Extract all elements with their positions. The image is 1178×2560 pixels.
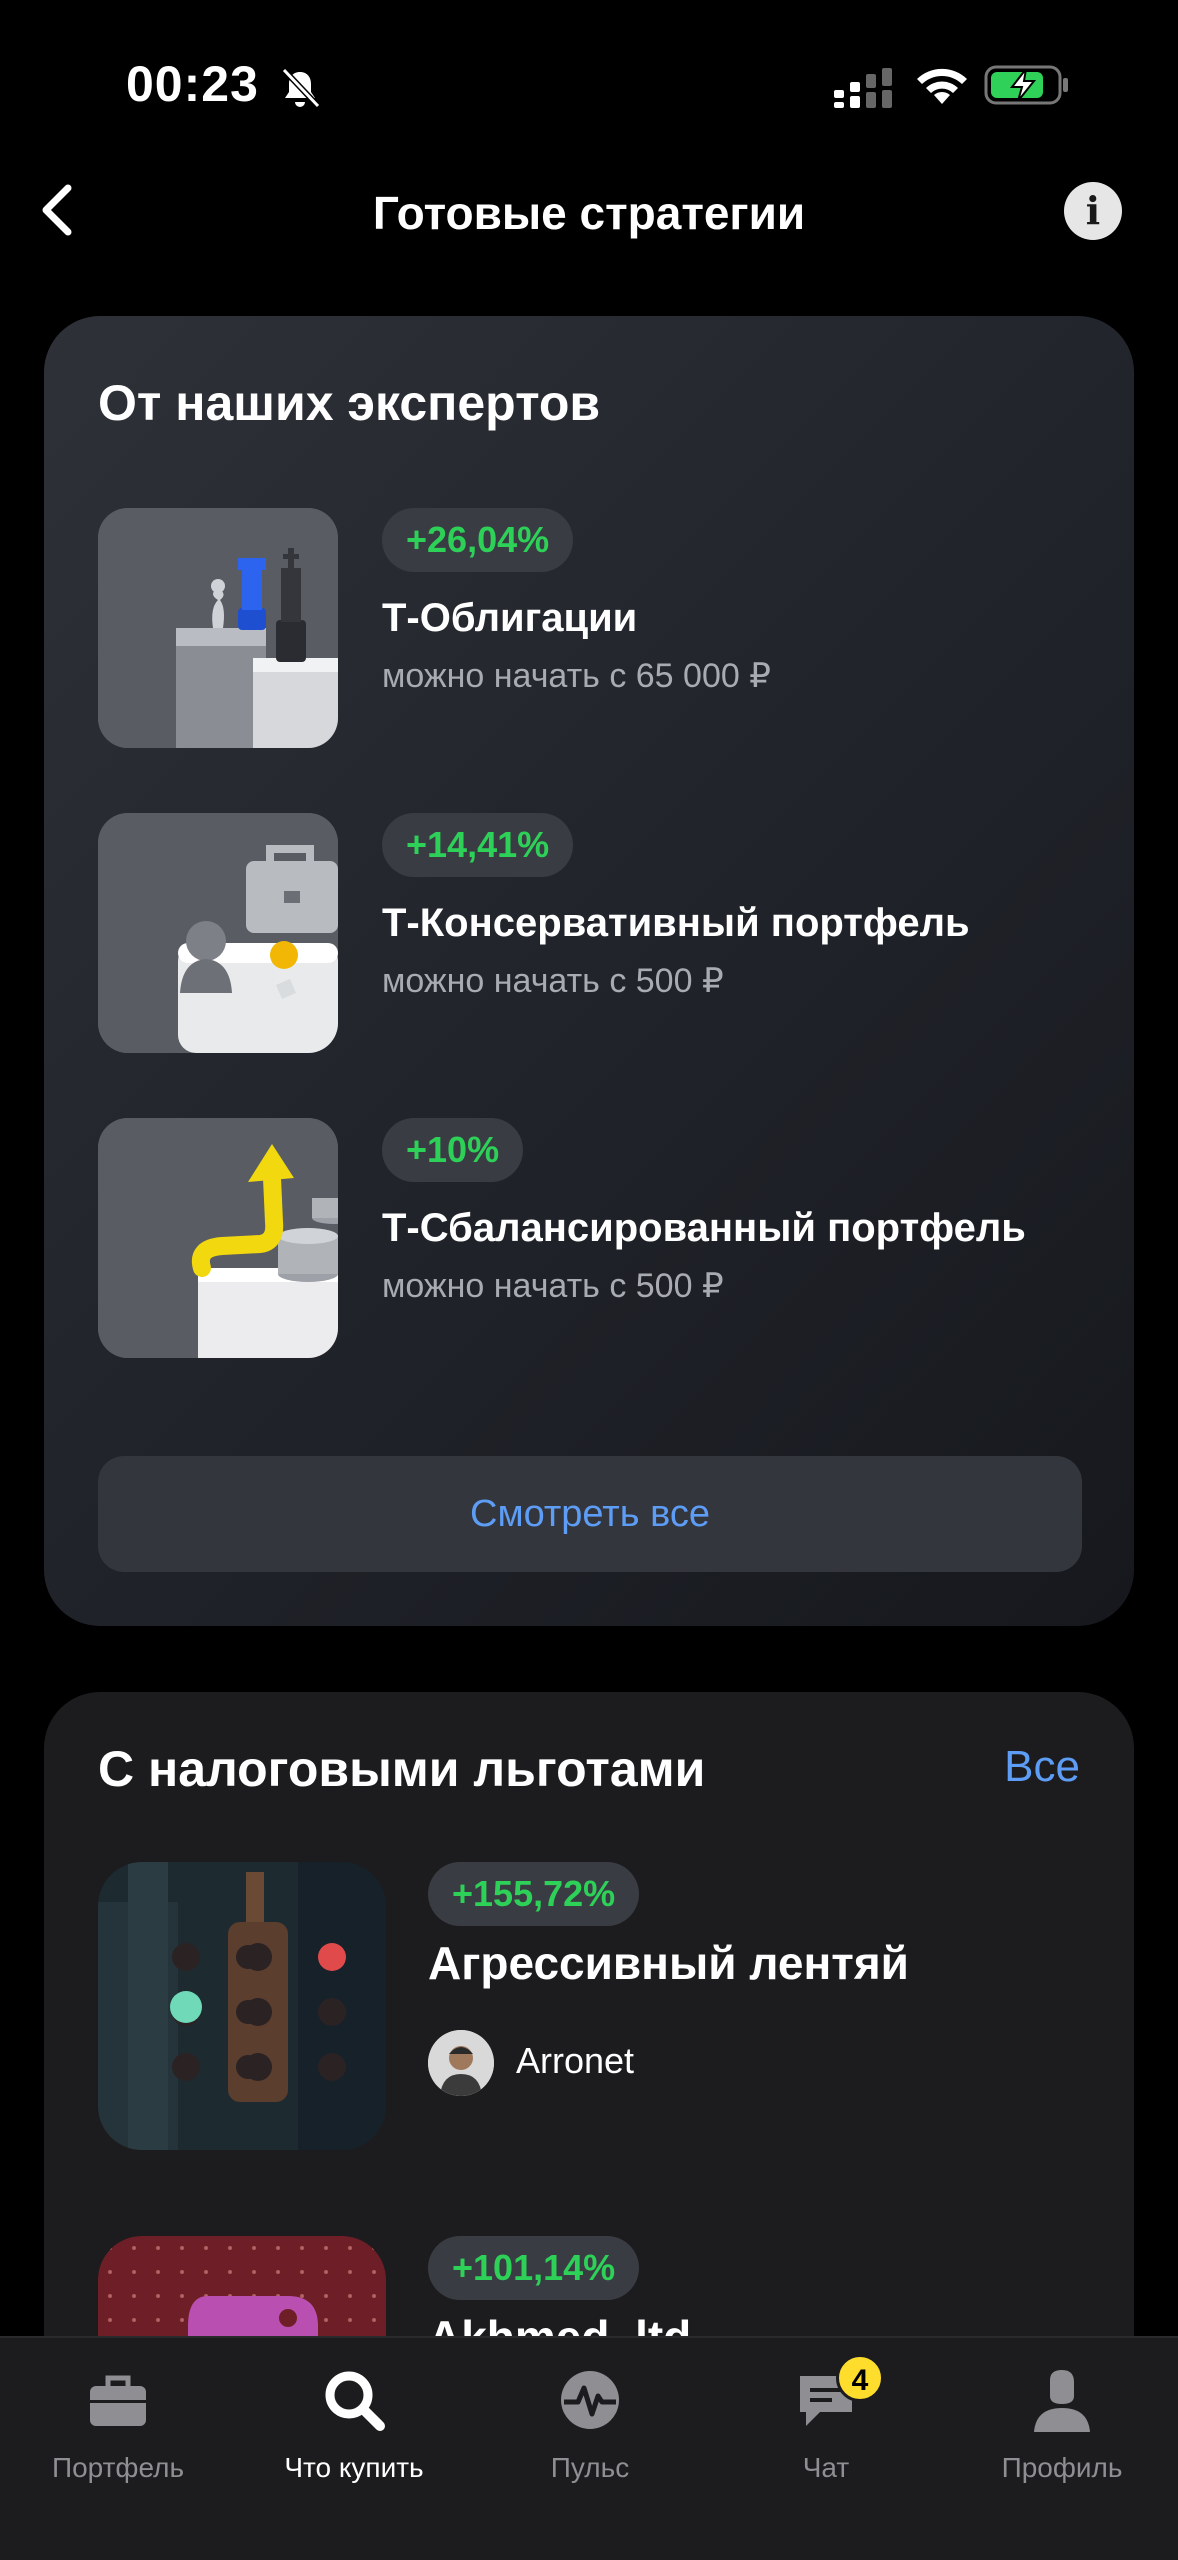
chess-pieces-image <box>98 508 338 748</box>
tab-label: Профиль <box>1001 2452 1123 2483</box>
percent-badge: +10% <box>382 1118 524 1182</box>
battery-charging-icon <box>984 65 1068 105</box>
tab-label: Пульс <box>550 2452 630 2483</box>
strategy-item-balanced[interactable]: +10% Т-Сбалансированный портфель можно н… <box>98 1118 1098 1358</box>
see-all-button[interactable]: Смотреть все <box>98 1456 1082 1572</box>
strategy-name: Агрессивный лентяй <box>428 1937 909 1989</box>
tab-bar: Портфель Что купить Пульс 4 Чат Профиль <box>0 2336 1178 2560</box>
see-all-link[interactable]: Все <box>1004 1742 1080 1792</box>
wifi-icon <box>917 68 967 104</box>
header: Готовые стратегии i <box>0 160 1178 260</box>
tax-strategy-item[interactable]: +155,72% Агрессивный лентяй Arronet <box>98 1862 1098 2150</box>
tab-chat[interactable]: 4 Чат <box>708 2354 944 2498</box>
tab-label: Чат <box>802 2452 850 2483</box>
strategy-min-amount: можно начать с 500 ₽ <box>382 1267 724 1305</box>
signal-icon <box>834 68 892 108</box>
percent-badge: +26,04% <box>382 508 574 572</box>
author-name: Arronet <box>516 2040 635 2081</box>
tab-label: Что купить <box>284 2452 424 2483</box>
percent-badge: +14,41% <box>382 813 574 877</box>
pulse-icon <box>561 2371 619 2429</box>
tab-profile[interactable]: Профиль <box>944 2358 1178 2498</box>
arrow-coins-image <box>98 1118 338 1358</box>
percent-badge: +101,14% <box>428 2236 640 2300</box>
experts-section-title: От наших экспертов <box>98 375 601 431</box>
tab-label: Портфель <box>51 2452 185 2483</box>
tax-section-title: С налоговыми льготами <box>98 1741 706 1797</box>
strategy-item-conservative[interactable]: +14,41% Т-Консервативный портфель можно … <box>98 813 1098 1053</box>
traffic-light-image <box>98 1862 386 2150</box>
strategy-name: Т-Сбалансированный портфель <box>382 1206 1026 1250</box>
tab-portfolio[interactable]: Портфель <box>0 2358 236 2498</box>
percent-badge: +155,72% <box>428 1862 640 1926</box>
tab-what-to-buy[interactable]: Что купить <box>236 2358 472 2498</box>
unread-badge: 4 <box>836 2354 884 2402</box>
avatar <box>428 2030 494 2096</box>
profile-icon <box>1034 2370 1090 2432</box>
tab-pulse[interactable]: Пульс <box>472 2358 708 2498</box>
experts-card: От наших экспертов +26,04% Т-Облигации м… <box>44 316 1134 1626</box>
briefcase-icon <box>90 2375 146 2426</box>
info-icon: i <box>1085 188 1101 233</box>
strategy-name: Т-Консервативный портфель <box>382 901 970 945</box>
info-button[interactable]: i <box>1064 182 1122 240</box>
strategy-min-amount: можно начать с 500 ₽ <box>382 962 724 1000</box>
status-time: 00:23 <box>126 56 259 112</box>
strategy-item-bonds[interactable]: +26,04% Т-Облигации можно начать с 65 00… <box>98 508 1098 748</box>
page-title: Готовые стратегии <box>372 187 806 239</box>
status-bar: 00:23 <box>0 0 1178 150</box>
bell-off-icon <box>281 67 321 109</box>
strategy-name: Т-Облигации <box>382 596 638 640</box>
strategy-min-amount: можно начать с 65 000 ₽ <box>382 657 771 695</box>
search-icon <box>325 2371 385 2431</box>
briefcase-image <box>98 813 338 1053</box>
